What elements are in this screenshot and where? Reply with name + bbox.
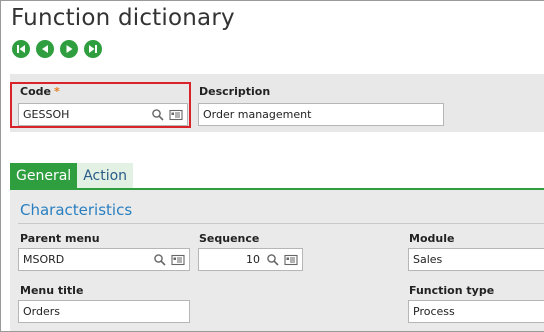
- parent-menu-label: Parent menu: [20, 232, 100, 245]
- next-record-icon[interactable]: [60, 40, 78, 58]
- record-navigation: [12, 40, 102, 58]
- search-icon[interactable]: [266, 253, 280, 267]
- tab-general[interactable]: General: [10, 163, 78, 188]
- module-label: Module: [409, 232, 455, 245]
- module-select[interactable]: Sales: [408, 248, 544, 271]
- sequence-field[interactable]: 10: [198, 248, 303, 271]
- parent-menu-value: MSORD: [23, 253, 65, 266]
- menu-title-value: Orders: [23, 305, 60, 318]
- description-value: Order management: [203, 108, 312, 121]
- function-type-label: Function type: [409, 284, 495, 297]
- sequence-value: 10: [246, 253, 260, 266]
- detail-card-icon[interactable]: [171, 253, 185, 267]
- tab-action[interactable]: Action: [77, 163, 134, 188]
- section-title-characteristics: Characteristics: [20, 201, 133, 219]
- menu-title-label: Menu title: [20, 284, 84, 297]
- description-field[interactable]: Order management: [198, 103, 444, 126]
- description-label: Description: [199, 85, 271, 98]
- tab-bar: General Action: [10, 163, 134, 188]
- section-divider: [18, 223, 544, 224]
- parent-menu-field[interactable]: MSORD: [18, 248, 190, 271]
- function-type-value: Process: [413, 305, 455, 318]
- last-record-icon[interactable]: [84, 40, 102, 58]
- module-value: Sales: [413, 253, 443, 266]
- search-icon[interactable]: [153, 253, 167, 267]
- window-frame: Function dictionary Code * GESSOH Descrip…: [0, 0, 544, 332]
- function-type-select[interactable]: Process: [408, 300, 544, 323]
- sequence-label: Sequence: [199, 232, 260, 245]
- menu-title-field[interactable]: Orders: [18, 300, 190, 323]
- detail-card-icon[interactable]: [284, 253, 298, 267]
- page-title: Function dictionary: [11, 5, 235, 31]
- code-highlight-box: [10, 82, 191, 128]
- first-record-icon[interactable]: [12, 40, 30, 58]
- previous-record-icon[interactable]: [36, 40, 54, 58]
